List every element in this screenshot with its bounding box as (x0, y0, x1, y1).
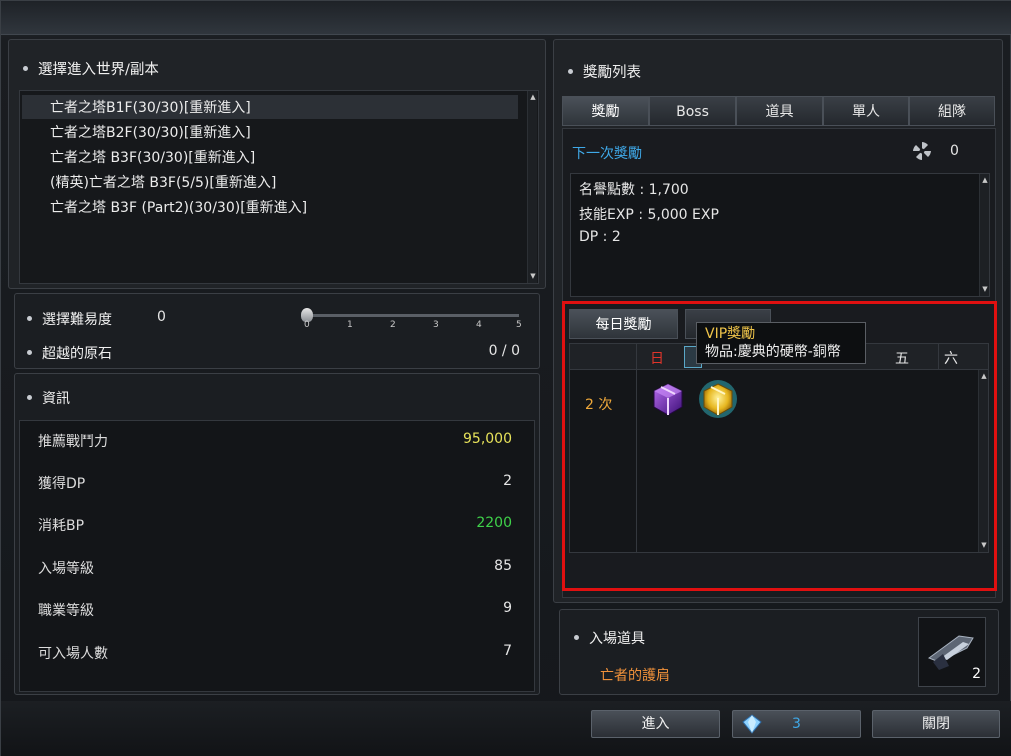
bullet-icon (27, 349, 32, 355)
next-reward-label: 下一次獎勵 (572, 146, 642, 162)
reward-line: 技能EXP : 5,000 EXP (579, 207, 719, 223)
entry-item-name: 亡者的護肩 (600, 668, 670, 684)
entry-item-slot[interactable]: 2 (918, 617, 986, 687)
spinner-icon (912, 141, 932, 161)
bullet-icon (27, 394, 32, 400)
slider-tick: 2 (390, 320, 396, 330)
bullet-icon (568, 68, 573, 74)
info-row-label: 推薦戰鬥力 (38, 434, 108, 450)
info-row-value: 9 (503, 600, 512, 616)
world-list-scrollbar[interactable]: ▲ ▼ (527, 91, 537, 283)
world-list-item[interactable]: 亡者之塔 B3F (Part2)(30/30)[重新進入] (50, 197, 307, 217)
tab-boss[interactable]: Boss (649, 96, 736, 126)
next-reward-count: 0 (950, 143, 959, 159)
scroll-down-icon[interactable]: ▼ (981, 285, 989, 293)
entry-item-count: 2 (972, 666, 981, 682)
info-row-value: 2 (503, 473, 512, 489)
entry-item-panel: 入場道具 亡者的護肩 2 (559, 609, 999, 695)
reward-detail-scrollbar[interactable]: ▲ ▼ (979, 174, 989, 296)
world-list-item[interactable]: 亡者之塔B2F(30/30)[重新進入] (50, 122, 251, 142)
world-list-item[interactable]: (精英)亡者之塔 B3F(5/5)[重新進入] (50, 172, 276, 192)
highlight-frame (562, 301, 997, 591)
reward-detail-box: 名譽點數 : 1,700 技能EXP : 5,000 EXP DP : 2 ▲ … (570, 173, 990, 297)
slider-tick: 1 (347, 320, 353, 330)
world-select-title-text: 選擇進入世界/副本 (38, 62, 159, 78)
difficulty-label: 選擇難易度 (27, 309, 112, 329)
world-list-item[interactable]: 亡者之塔 B3F(30/30)[重新進入] (50, 147, 255, 167)
info-row-value: 95,000 (463, 431, 512, 447)
diamond-icon (742, 714, 762, 734)
info-panel: 資訊 推薦戰鬥力 95,000 獲得DP 2 消耗BP 2200 入場等級 85… (14, 373, 540, 695)
entry-item-title: 入場道具 (574, 628, 645, 648)
world-select-title: 選擇進入世界/副本 (23, 58, 159, 79)
reward-title: 獎勵列表 (568, 61, 641, 82)
title-bar (1, 1, 1011, 35)
world-list: 亡者之塔B1F(30/30)[重新進入] 亡者之塔B2F(30/30)[重新進入… (19, 90, 539, 284)
tab-solo[interactable]: 單人 (823, 96, 909, 126)
reward-line: 名譽點數 : 1,700 (579, 182, 689, 198)
bullet-icon (574, 634, 579, 640)
scroll-down-icon[interactable]: ▼ (529, 272, 537, 280)
tab-party[interactable]: 組隊 (909, 96, 995, 126)
tab-reward[interactable]: 獎勵 (562, 96, 649, 126)
slider-tick: 5 (516, 320, 522, 330)
info-row-value: 2200 (476, 515, 512, 531)
enter-button[interactable]: 進入 (591, 710, 720, 738)
difficulty-panel: 選擇難易度 0 0 1 2 3 4 5 超越的原石 0 / 0 (14, 293, 540, 369)
info-row-label: 消耗BP (38, 518, 85, 534)
info-row-label: 可入場人數 (38, 646, 108, 662)
reward-title-text: 獎勵列表 (583, 65, 641, 81)
info-row-value: 85 (494, 558, 512, 574)
gem-button[interactable]: 3 (732, 710, 861, 738)
info-table: 推薦戰鬥力 95,000 獲得DP 2 消耗BP 2200 入場等級 85 職業… (19, 420, 535, 692)
stone-label: 超越的原石 (27, 343, 112, 363)
slider-tick: 4 (476, 320, 482, 330)
dungeon-entry-window: 選擇進入世界/副本 亡者之塔B1F(30/30)[重新進入] 亡者之塔B2F(3… (0, 0, 1011, 756)
info-row-label: 職業等級 (38, 603, 94, 619)
scroll-up-icon[interactable]: ▲ (529, 93, 537, 101)
difficulty-label-text: 選擇難易度 (42, 312, 112, 328)
bullet-icon (27, 315, 32, 321)
tab-items[interactable]: 道具 (736, 96, 823, 126)
bullet-icon (23, 65, 28, 71)
slider-tick: 0 (304, 320, 310, 330)
close-button[interactable]: 關閉 (872, 710, 1000, 738)
stone-value: 0 / 0 (488, 343, 520, 359)
world-list-item[interactable]: 亡者之塔B1F(30/30)[重新進入] (50, 97, 251, 117)
stone-label-text: 超越的原石 (42, 346, 112, 362)
scroll-up-icon[interactable]: ▲ (981, 176, 989, 184)
entry-item-title-text: 入場道具 (589, 631, 645, 647)
info-row-label: 入場等級 (38, 561, 94, 577)
slider-track (305, 314, 519, 317)
reward-line: DP : 2 (579, 229, 621, 245)
info-title: 資訊 (27, 388, 70, 408)
slider-tick: 3 (433, 320, 439, 330)
info-row-label: 獲得DP (38, 476, 86, 492)
world-select-panel: 選擇進入世界/副本 亡者之塔B1F(30/30)[重新進入] 亡者之塔B2F(3… (8, 39, 546, 289)
info-row-value: 7 (503, 643, 512, 659)
difficulty-slider[interactable]: 0 1 2 3 4 5 (301, 308, 525, 330)
info-title-text: 資訊 (42, 391, 70, 407)
difficulty-value: 0 (157, 309, 166, 325)
gem-count: 3 (792, 716, 801, 732)
